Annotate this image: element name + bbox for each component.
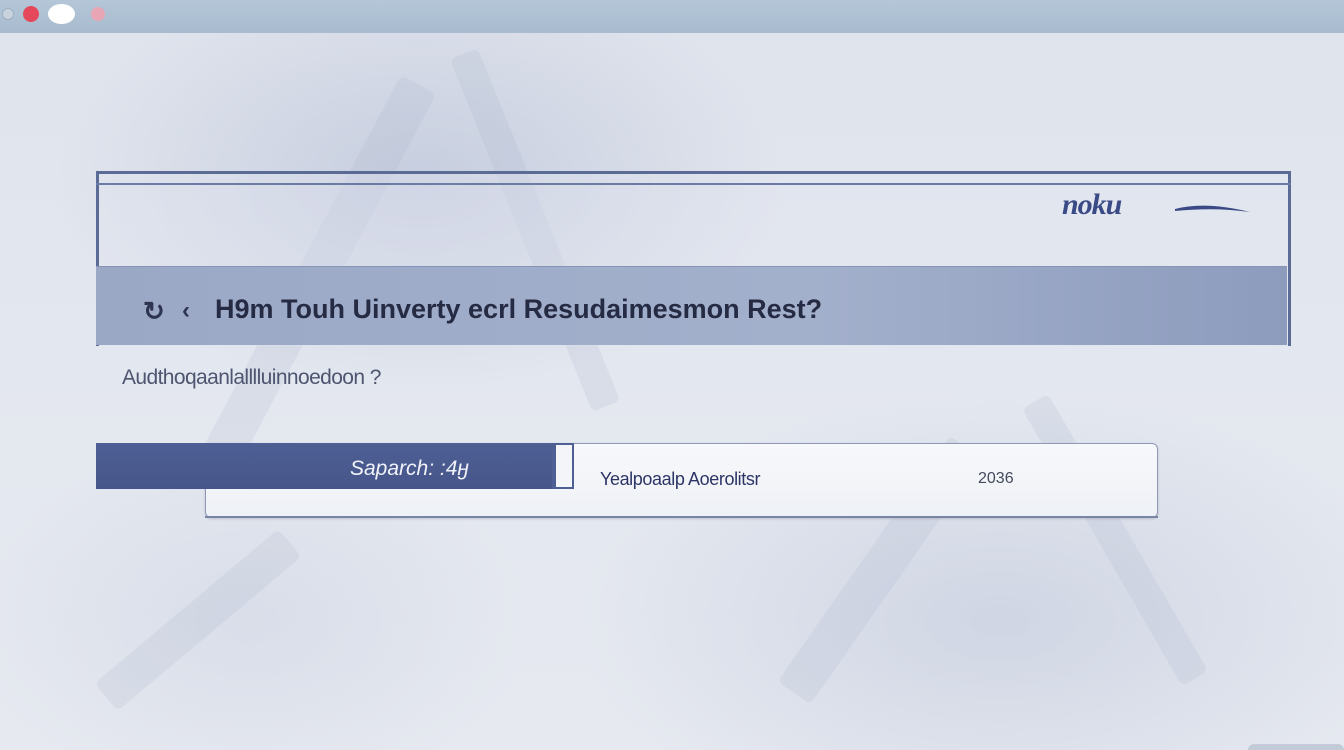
page-subtitle: Audthoqaanlalllluinnoedoon ?	[122, 366, 381, 389]
background-streak	[94, 529, 302, 711]
window-minimize-button[interactable]	[2, 8, 14, 20]
refresh-icon[interactable]: ↻	[143, 296, 167, 326]
background-streak	[1022, 393, 1208, 687]
card-underline	[205, 516, 1158, 518]
panel-divider	[96, 183, 1291, 185]
year-field-value[interactable]: 2036	[978, 470, 1038, 490]
window-expand-button[interactable]	[48, 4, 75, 24]
search-button-handle[interactable]	[552, 443, 574, 489]
window-titlebar	[0, 0, 1344, 33]
search-button[interactable]	[96, 443, 574, 489]
year-field-label: Yealpoaalp Aoerolitsr	[600, 469, 761, 489]
window-zoom-button[interactable]	[91, 7, 105, 21]
window-close-button[interactable]	[23, 6, 39, 22]
logo-swoosh-icon	[1175, 205, 1250, 212]
search-button-label: Saparch: :4ӈ	[350, 457, 469, 480]
page-title: H9m Touh Uinverty ecrl Resudaimesmon Res…	[215, 294, 823, 324]
back-icon[interactable]: ‹	[182, 297, 198, 324]
corner-tab	[1248, 744, 1344, 750]
